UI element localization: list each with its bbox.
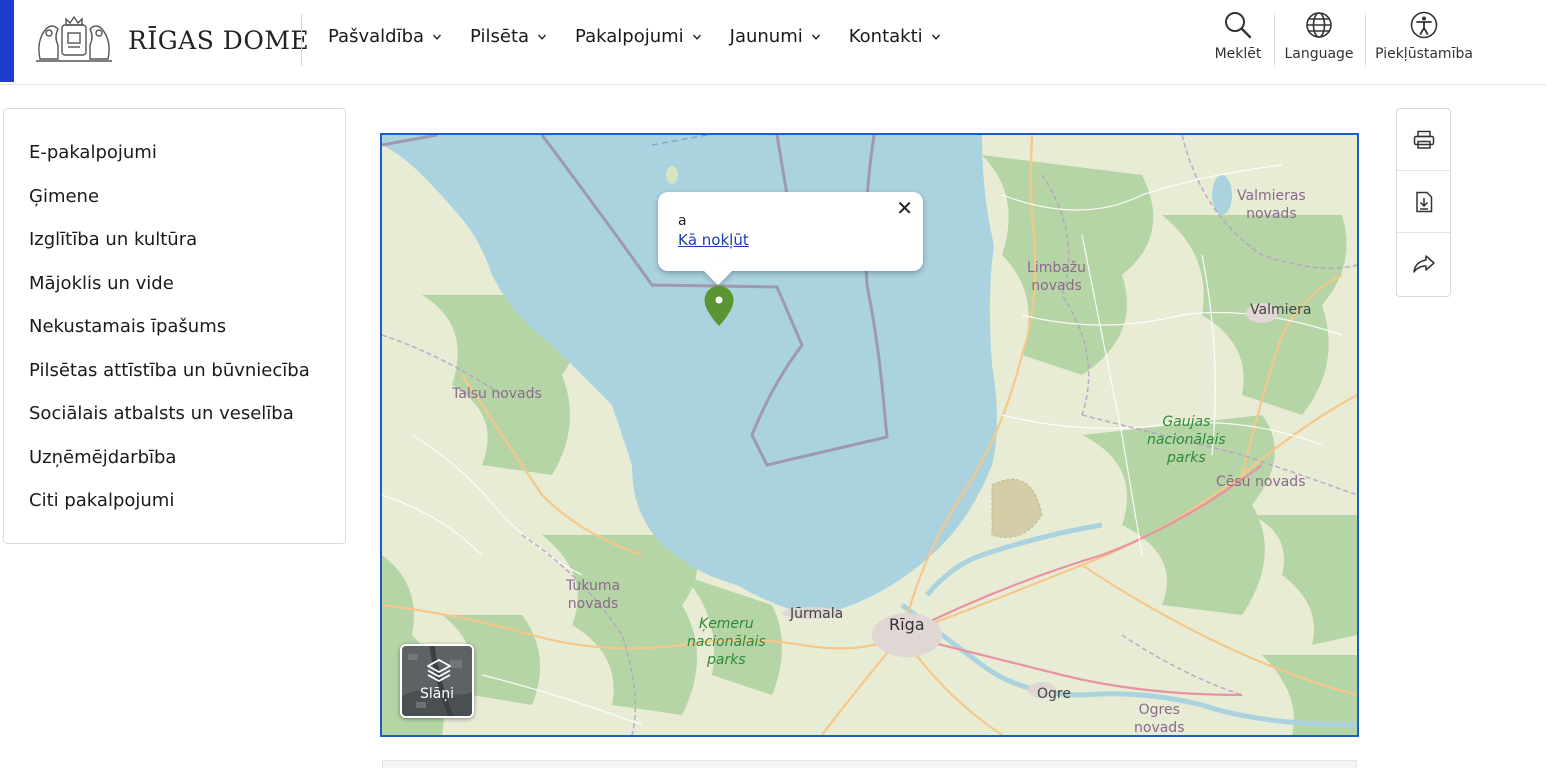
nav-item-label: Pilsēta xyxy=(470,26,530,47)
layers-icon xyxy=(427,659,451,682)
map-label-talsu-novads: Talsu novads xyxy=(452,386,542,402)
sidebar-item-nekustamais[interactable]: Nekustamais īpašums xyxy=(29,313,345,357)
sidebar-item-gimene[interactable]: Ģimene xyxy=(29,183,345,227)
share-button[interactable] xyxy=(1397,233,1450,295)
coat-of-arms-icon xyxy=(36,15,112,62)
download-button[interactable] xyxy=(1397,171,1450,233)
map-label-valmiera: Valmiera xyxy=(1250,302,1312,318)
accessibility-button[interactable]: Piekļūstamība xyxy=(1375,10,1473,62)
map-marker-icon[interactable] xyxy=(703,285,735,327)
map-label-valmieras-novads: Valmieras novads xyxy=(1237,188,1306,222)
download-document-icon xyxy=(1415,191,1432,212)
chevron-down-icon xyxy=(811,34,820,40)
map-label-ogre: Ogre xyxy=(1037,686,1071,702)
nav-item-label: Kontakti xyxy=(848,26,923,47)
nav-item-jaunumi[interactable]: Jaunumi xyxy=(730,26,821,47)
map-label-limbazu-novads: Limbažu novads xyxy=(1027,260,1087,294)
nav-item-kontakti[interactable]: Kontakti xyxy=(849,26,941,47)
map-label-kemeru-parks: Ķemeru nacionālais parks xyxy=(687,616,766,668)
layers-label: Slāņi xyxy=(419,686,455,702)
map-label-ogres-novads: Ogres novads xyxy=(1134,702,1185,736)
search-button[interactable]: Meklēt xyxy=(1193,10,1283,62)
logo-text: RĪGAS DOME xyxy=(128,25,310,55)
map-label-riga: Rīga xyxy=(889,615,925,634)
map-label-gaujas-parks: Gaujas nacionālais parks xyxy=(1147,414,1226,466)
language-label: Language xyxy=(1284,46,1354,62)
chevron-down-icon xyxy=(692,34,701,40)
util-divider xyxy=(1365,14,1366,66)
printer-icon xyxy=(1413,130,1434,149)
globe-icon xyxy=(1306,12,1332,38)
accessibility-label: Piekļūstamība xyxy=(1375,46,1473,62)
logo-divider xyxy=(301,14,302,66)
chevron-down-icon xyxy=(538,34,547,40)
close-icon[interactable]: ✕ xyxy=(896,198,913,218)
site-header: RĪGAS DOME Pašvaldība Pilsēta Pakalpojum… xyxy=(0,0,1546,85)
print-button[interactable] xyxy=(1397,109,1450,171)
map-view[interactable]: Valmieras novads Limbažu novads Valmiera… xyxy=(380,133,1359,737)
page-tools xyxy=(1396,108,1451,297)
main-nav: Pašvaldība Pilsēta Pakalpojumi Jaunumi K… xyxy=(328,26,941,47)
sidebar-item-socialais[interactable]: Sociālais atbalsts un veselība xyxy=(29,400,345,444)
nav-item-pakalpojumi[interactable]: Pakalpojumi xyxy=(575,26,702,47)
language-button[interactable]: Language xyxy=(1274,10,1364,62)
sidebar-item-citi[interactable]: Citi pakalpojumi xyxy=(29,487,345,531)
sidebar-item-majoklis[interactable]: Mājoklis un vide xyxy=(29,270,345,314)
layers-button[interactable]: Slāņi xyxy=(400,644,474,718)
accessibility-icon xyxy=(1410,11,1438,39)
map-label-tukuma-novads: Tukuma novads xyxy=(566,578,621,612)
chevron-down-icon xyxy=(433,34,442,40)
sidebar-item-e-pakalpojumi[interactable]: E-pakalpojumi xyxy=(29,139,345,183)
satellite-thumbnail xyxy=(402,646,472,716)
search-icon xyxy=(1225,12,1252,39)
nav-item-label: Pakalpojumi xyxy=(575,26,684,47)
site-logo[interactable]: RĪGAS DOME xyxy=(32,14,309,66)
services-sidebar: E-pakalpojumi Ģimene Izglītība un kultūr… xyxy=(3,108,346,544)
search-label: Meklēt xyxy=(1214,46,1262,62)
header-accent-bar xyxy=(0,0,14,82)
nav-item-pilseta[interactable]: Pilsēta xyxy=(470,26,547,47)
popup-title: a xyxy=(678,213,687,229)
map-popup: a Kā nokļūt ✕ xyxy=(658,192,923,271)
nav-item-label: Jaunumi xyxy=(729,26,803,47)
sidebar-item-uznemejdarbiba[interactable]: Uzņēmējdarbība xyxy=(29,444,345,488)
map-label-cesu-novads: Cēsu novads xyxy=(1216,474,1306,490)
share-icon xyxy=(1412,255,1435,273)
directions-link[interactable]: Kā nokļūt xyxy=(678,230,903,250)
map-label-jurmala: Jūrmala xyxy=(790,606,844,622)
content-below-map xyxy=(382,760,1357,768)
chevron-down-icon xyxy=(931,34,940,40)
sidebar-item-izglitiba[interactable]: Izglītība un kultūra xyxy=(29,226,345,270)
nav-item-label: Pašvaldība xyxy=(328,26,425,47)
sidebar-item-pilsetas-attistiba[interactable]: Pilsētas attīstība un būvniecība xyxy=(29,357,345,401)
nav-item-pasvaldiba[interactable]: Pašvaldība xyxy=(328,26,442,47)
